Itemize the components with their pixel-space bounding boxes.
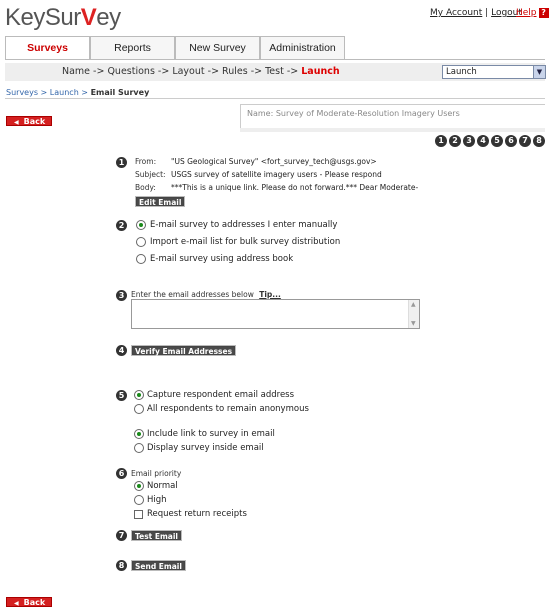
step-6-marker: 6 bbox=[116, 468, 127, 479]
email-addresses-textarea[interactable]: ▲ ▼ bbox=[131, 299, 420, 329]
step-1-marker: 1 bbox=[116, 157, 127, 168]
body-value: ***This is a unique link. Please do not … bbox=[171, 183, 419, 192]
survey-name: Name: Survey of Moderate-Resolution Imag… bbox=[240, 104, 545, 128]
step-5-marker: 5 bbox=[116, 390, 127, 401]
textarea-scrollbar[interactable]: ▲ ▼ bbox=[408, 300, 419, 328]
help-link[interactable]: Help? bbox=[516, 8, 549, 18]
edit-email-button[interactable]: Edit Email bbox=[135, 196, 186, 207]
return-receipts-label[interactable]: Request return receipts bbox=[147, 509, 247, 519]
step-4-marker: 4 bbox=[116, 345, 127, 356]
step-7-marker: 7 bbox=[116, 530, 127, 541]
option-capture-email[interactable]: Capture respondent email address bbox=[147, 390, 294, 400]
step-7-icon: 7 bbox=[519, 135, 531, 147]
breadcrumb: Surveys > Launch > Email Survey bbox=[6, 88, 150, 97]
help-icon: ? bbox=[538, 8, 549, 18]
send-email-button[interactable]: Send Email bbox=[131, 560, 186, 571]
radio-address-book[interactable] bbox=[136, 254, 146, 264]
step-6-icon: 6 bbox=[505, 135, 517, 147]
step-3-marker: 3 bbox=[116, 290, 127, 301]
back-arrow-icon: ◀ bbox=[14, 119, 19, 126]
scroll-up-icon: ▲ bbox=[411, 301, 416, 308]
step-2-icon: 2 bbox=[449, 135, 461, 147]
radio-display-inside[interactable] bbox=[134, 443, 144, 453]
step-number-strip: 1 2 3 4 5 6 7 8 bbox=[435, 135, 547, 147]
wizard-steps: Name -> Questions -> Layout -> Rules -> … bbox=[62, 66, 340, 77]
body-label: Body: bbox=[135, 183, 156, 192]
option-priority-normal[interactable]: Normal bbox=[147, 481, 178, 491]
radio-priority-normal[interactable] bbox=[134, 481, 144, 491]
keysurvey-logo: KeySurVey bbox=[5, 4, 121, 31]
breadcrumb-launch[interactable]: Launch bbox=[50, 88, 79, 97]
logo-check-mark: V bbox=[80, 4, 97, 31]
radio-capture-email[interactable] bbox=[134, 390, 144, 400]
back-button-bottom[interactable]: ◀ Back bbox=[6, 597, 52, 607]
wizard-step-select[interactable]: Launch ▼ bbox=[442, 65, 546, 79]
email-priority-label: Email priority bbox=[131, 469, 182, 478]
step-8-marker: 8 bbox=[116, 560, 127, 571]
tab-divider bbox=[5, 59, 545, 60]
step-1-icon: 1 bbox=[435, 135, 447, 147]
tab-reports[interactable]: Reports bbox=[90, 36, 175, 60]
option-manual-entry[interactable]: E-mail survey to addresses I enter manua… bbox=[150, 220, 337, 230]
step-5-icon: 5 bbox=[491, 135, 503, 147]
my-account-link[interactable]: My Account bbox=[430, 8, 482, 18]
return-receipts-checkbox[interactable] bbox=[134, 510, 143, 519]
chevron-down-icon: ▼ bbox=[533, 66, 545, 78]
from-value: "US Geological Survey" <fort_survey_tech… bbox=[171, 157, 377, 166]
option-display-inside[interactable]: Display survey inside email bbox=[147, 443, 264, 453]
radio-import-list[interactable] bbox=[136, 237, 146, 247]
tab-administration[interactable]: Administration bbox=[260, 36, 345, 60]
subject-value: USGS survey of satellite imagery users -… bbox=[171, 170, 382, 179]
step-2-marker: 2 bbox=[116, 220, 127, 231]
test-email-button[interactable]: Test Email bbox=[131, 530, 183, 541]
survey-name-shadow bbox=[240, 128, 545, 132]
step-4-icon: 4 bbox=[477, 135, 489, 147]
tab-surveys[interactable]: Surveys bbox=[5, 36, 90, 60]
step-8-icon: 8 bbox=[533, 135, 545, 147]
option-import-list[interactable]: Import e-mail list for bulk survey distr… bbox=[150, 237, 340, 247]
radio-include-link[interactable] bbox=[134, 429, 144, 439]
back-button-top[interactable]: ◀ Back bbox=[6, 116, 52, 126]
radio-anonymous[interactable] bbox=[134, 404, 144, 414]
option-include-link[interactable]: Include link to survey in email bbox=[147, 429, 275, 439]
radio-manual-entry[interactable] bbox=[136, 220, 146, 230]
verify-email-addresses-button[interactable]: Verify Email Addresses bbox=[131, 345, 237, 356]
breadcrumb-divider bbox=[5, 98, 545, 99]
option-anonymous[interactable]: All respondents to remain anonymous bbox=[147, 404, 309, 414]
option-priority-high[interactable]: High bbox=[147, 495, 167, 505]
tab-new-survey[interactable]: New Survey bbox=[175, 36, 260, 60]
option-address-book[interactable]: E-mail survey using address book bbox=[150, 254, 293, 264]
subject-label: Subject: bbox=[135, 170, 166, 179]
account-links: My Account | Logout bbox=[430, 8, 522, 18]
main-tabs: Surveys Reports New Survey Administratio… bbox=[5, 36, 345, 60]
step-3-icon: 3 bbox=[463, 135, 475, 147]
breadcrumb-current: Email Survey bbox=[90, 88, 150, 97]
back-arrow-icon: ◀ bbox=[14, 600, 19, 607]
tip-link[interactable]: Tip... bbox=[259, 290, 281, 299]
breadcrumb-surveys[interactable]: Surveys bbox=[6, 88, 38, 97]
wizard-current-step: Launch bbox=[301, 66, 340, 77]
scroll-down-icon: ▼ bbox=[411, 320, 416, 327]
addresses-label: Enter the email addresses below Tip... bbox=[131, 290, 281, 299]
from-label: From: bbox=[135, 157, 157, 166]
radio-priority-high[interactable] bbox=[134, 495, 144, 505]
